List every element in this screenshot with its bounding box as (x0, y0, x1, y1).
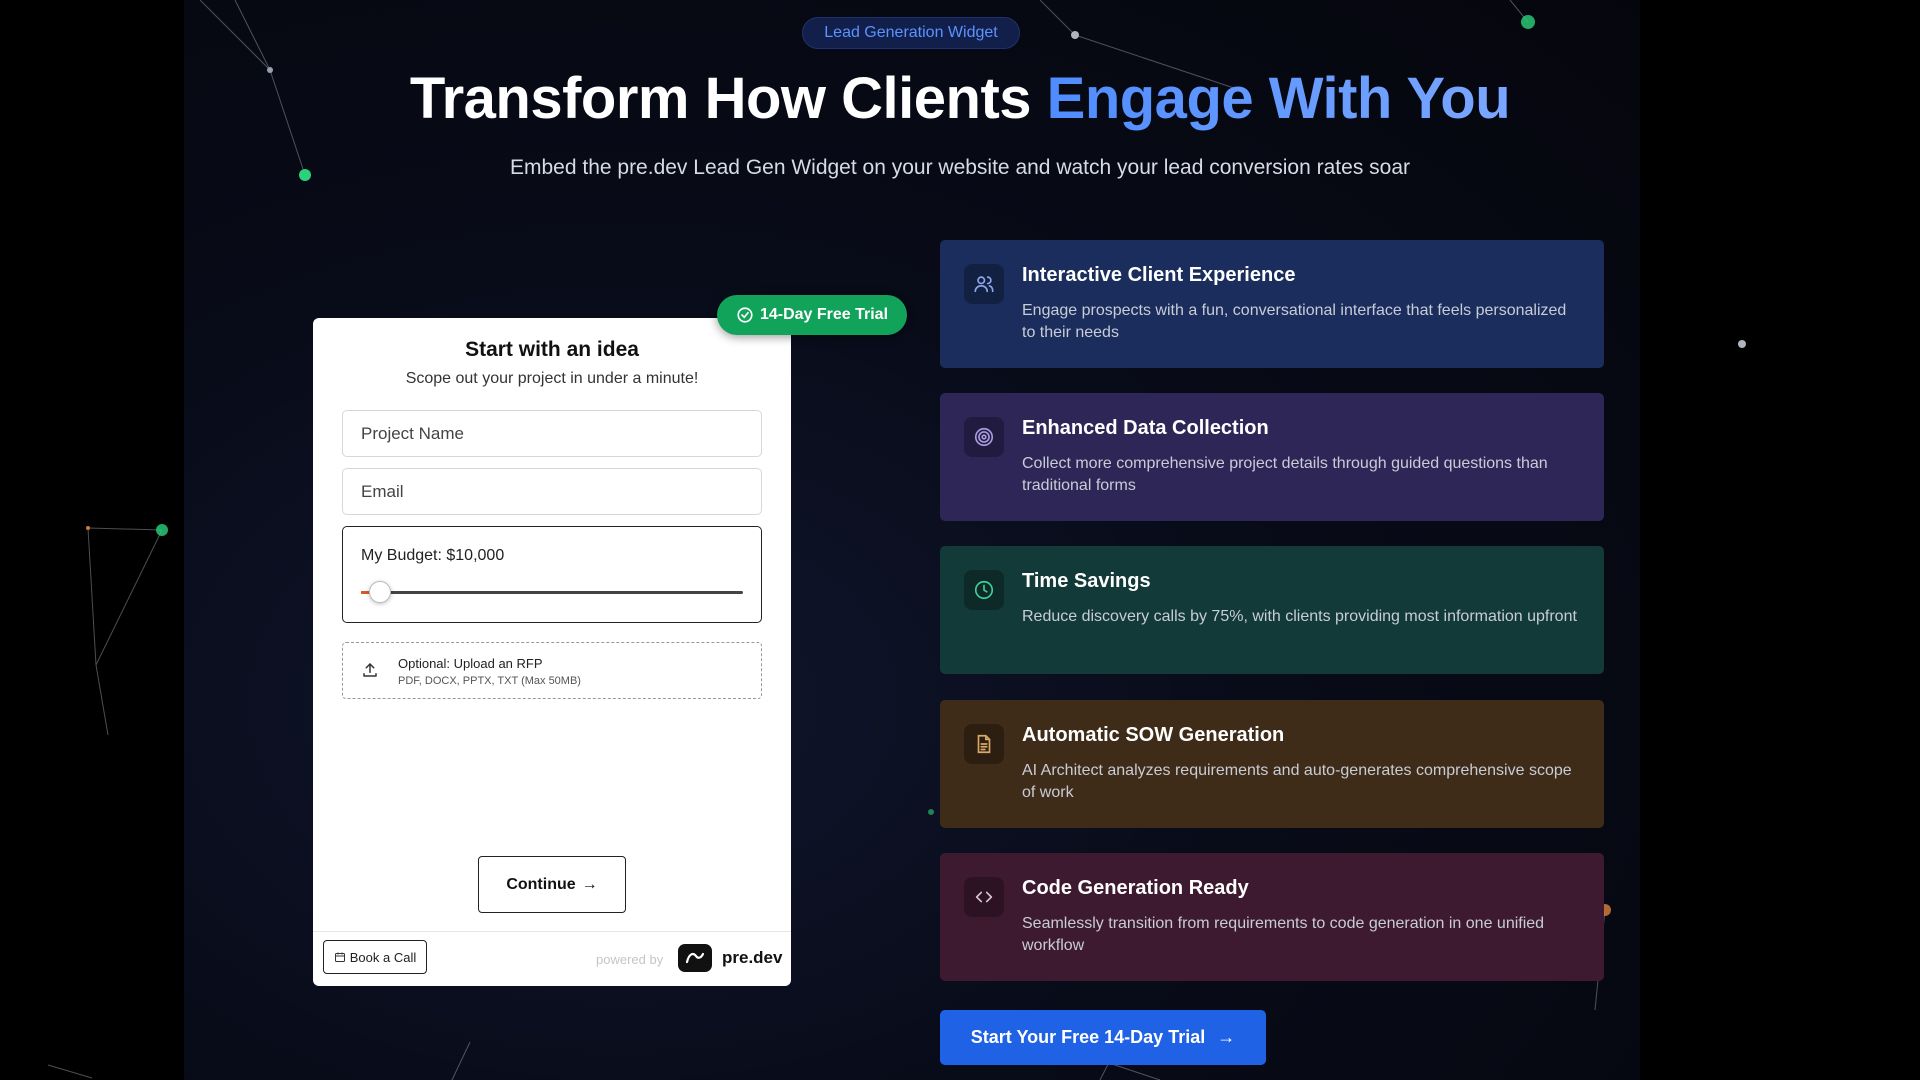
feature-card-interactive-experience: Interactive Client Experience Engage pro… (940, 240, 1604, 368)
upload-icon (363, 663, 377, 677)
cta-label: Start Your Free 14-Day Trial (970, 1027, 1206, 1047)
email-input[interactable]: Email (342, 468, 762, 515)
feature-description: Collect more comprehensive project detai… (1022, 455, 1548, 494)
continue-button[interactable]: Continue → (478, 856, 626, 913)
target-icon (964, 417, 1004, 457)
arrow-right-icon: → (1217, 1027, 1236, 1047)
free-trial-label: 14-Day Free Trial (759, 306, 889, 323)
calendar-icon (334, 952, 345, 962)
headline-highlight: Engage With You (1046, 66, 1511, 131)
feature-title: Automatic SOW Generation (1022, 724, 1285, 746)
arrow-right-icon: → (581, 875, 598, 893)
budget-slider-thumb[interactable] (369, 581, 392, 603)
upload-hint: PDF, DOCX, PPTX, TXT (Max 50MB) (398, 675, 581, 687)
feature-title: Time Savings (1022, 570, 1151, 592)
rfp-upload-dropzone[interactable]: Optional: Upload an RFP PDF, DOCX, PPTX,… (342, 642, 762, 699)
feature-card-sow-generation: Automatic SOW Generation AI Architect an… (940, 700, 1604, 828)
budget-label: My Budget: $10,000 (361, 547, 505, 564)
document-icon (964, 724, 1004, 764)
project-name-input[interactable]: Project Name (342, 410, 762, 457)
check-circle-icon (737, 307, 753, 323)
book-call-label: Book a Call (349, 949, 417, 965)
feature-title: Code Generation Ready (1022, 877, 1249, 899)
feature-card-time-savings: Time Savings Reduce discovery calls by 7… (940, 546, 1604, 674)
section-tag: Lead Generation Widget (802, 17, 1020, 49)
feature-description: Engage prospects with a fun, conversatio… (1022, 302, 1567, 341)
code-icon (964, 877, 1004, 917)
page-subheadline: Embed the pre.dev Lead Gen Widget on you… (509, 156, 1411, 179)
widget-title: Start with an idea (465, 338, 639, 361)
clock-icon (964, 570, 1004, 610)
feature-title: Interactive Client Experience (1022, 264, 1296, 286)
free-trial-badge: 14-Day Free Trial (717, 295, 907, 335)
continue-label: Continue (506, 875, 576, 893)
page-headline: Transform How Clients Engage With You (0, 64, 1920, 134)
feature-title: Enhanced Data Collection (1022, 417, 1269, 439)
widget-footer: Book a Call powered by pre.dev (313, 931, 791, 986)
feature-description: Reduce discovery calls by 75%, with clie… (1022, 608, 1577, 625)
budget-slider-box: My Budget: $10,000 (342, 526, 762, 623)
predev-brand-name: pre.dev (722, 948, 783, 967)
feature-description: AI Architect analyzes requirements and a… (1022, 762, 1572, 801)
start-free-trial-button[interactable]: Start Your Free 14-Day Trial → (940, 1010, 1266, 1065)
feature-description: Seamlessly transition from requirements … (1022, 915, 1545, 954)
powered-by-text: powered by (596, 952, 664, 967)
feature-card-data-collection: Enhanced Data Collection Collect more co… (940, 393, 1604, 521)
headline-white: Transform How Clients (409, 66, 1047, 131)
lead-gen-widget: Start with an idea Scope out your projec… (313, 318, 791, 986)
upload-title: Optional: Upload an RFP (398, 656, 543, 671)
users-icon (964, 264, 1004, 304)
book-call-button[interactable]: Book a Call (323, 940, 427, 974)
widget-subtitle: Scope out your project in under a minute… (405, 370, 699, 387)
budget-slider-track[interactable] (361, 591, 743, 594)
predev-logo (678, 944, 712, 972)
feature-card-code-generation: Code Generation Ready Seamlessly transit… (940, 853, 1604, 981)
